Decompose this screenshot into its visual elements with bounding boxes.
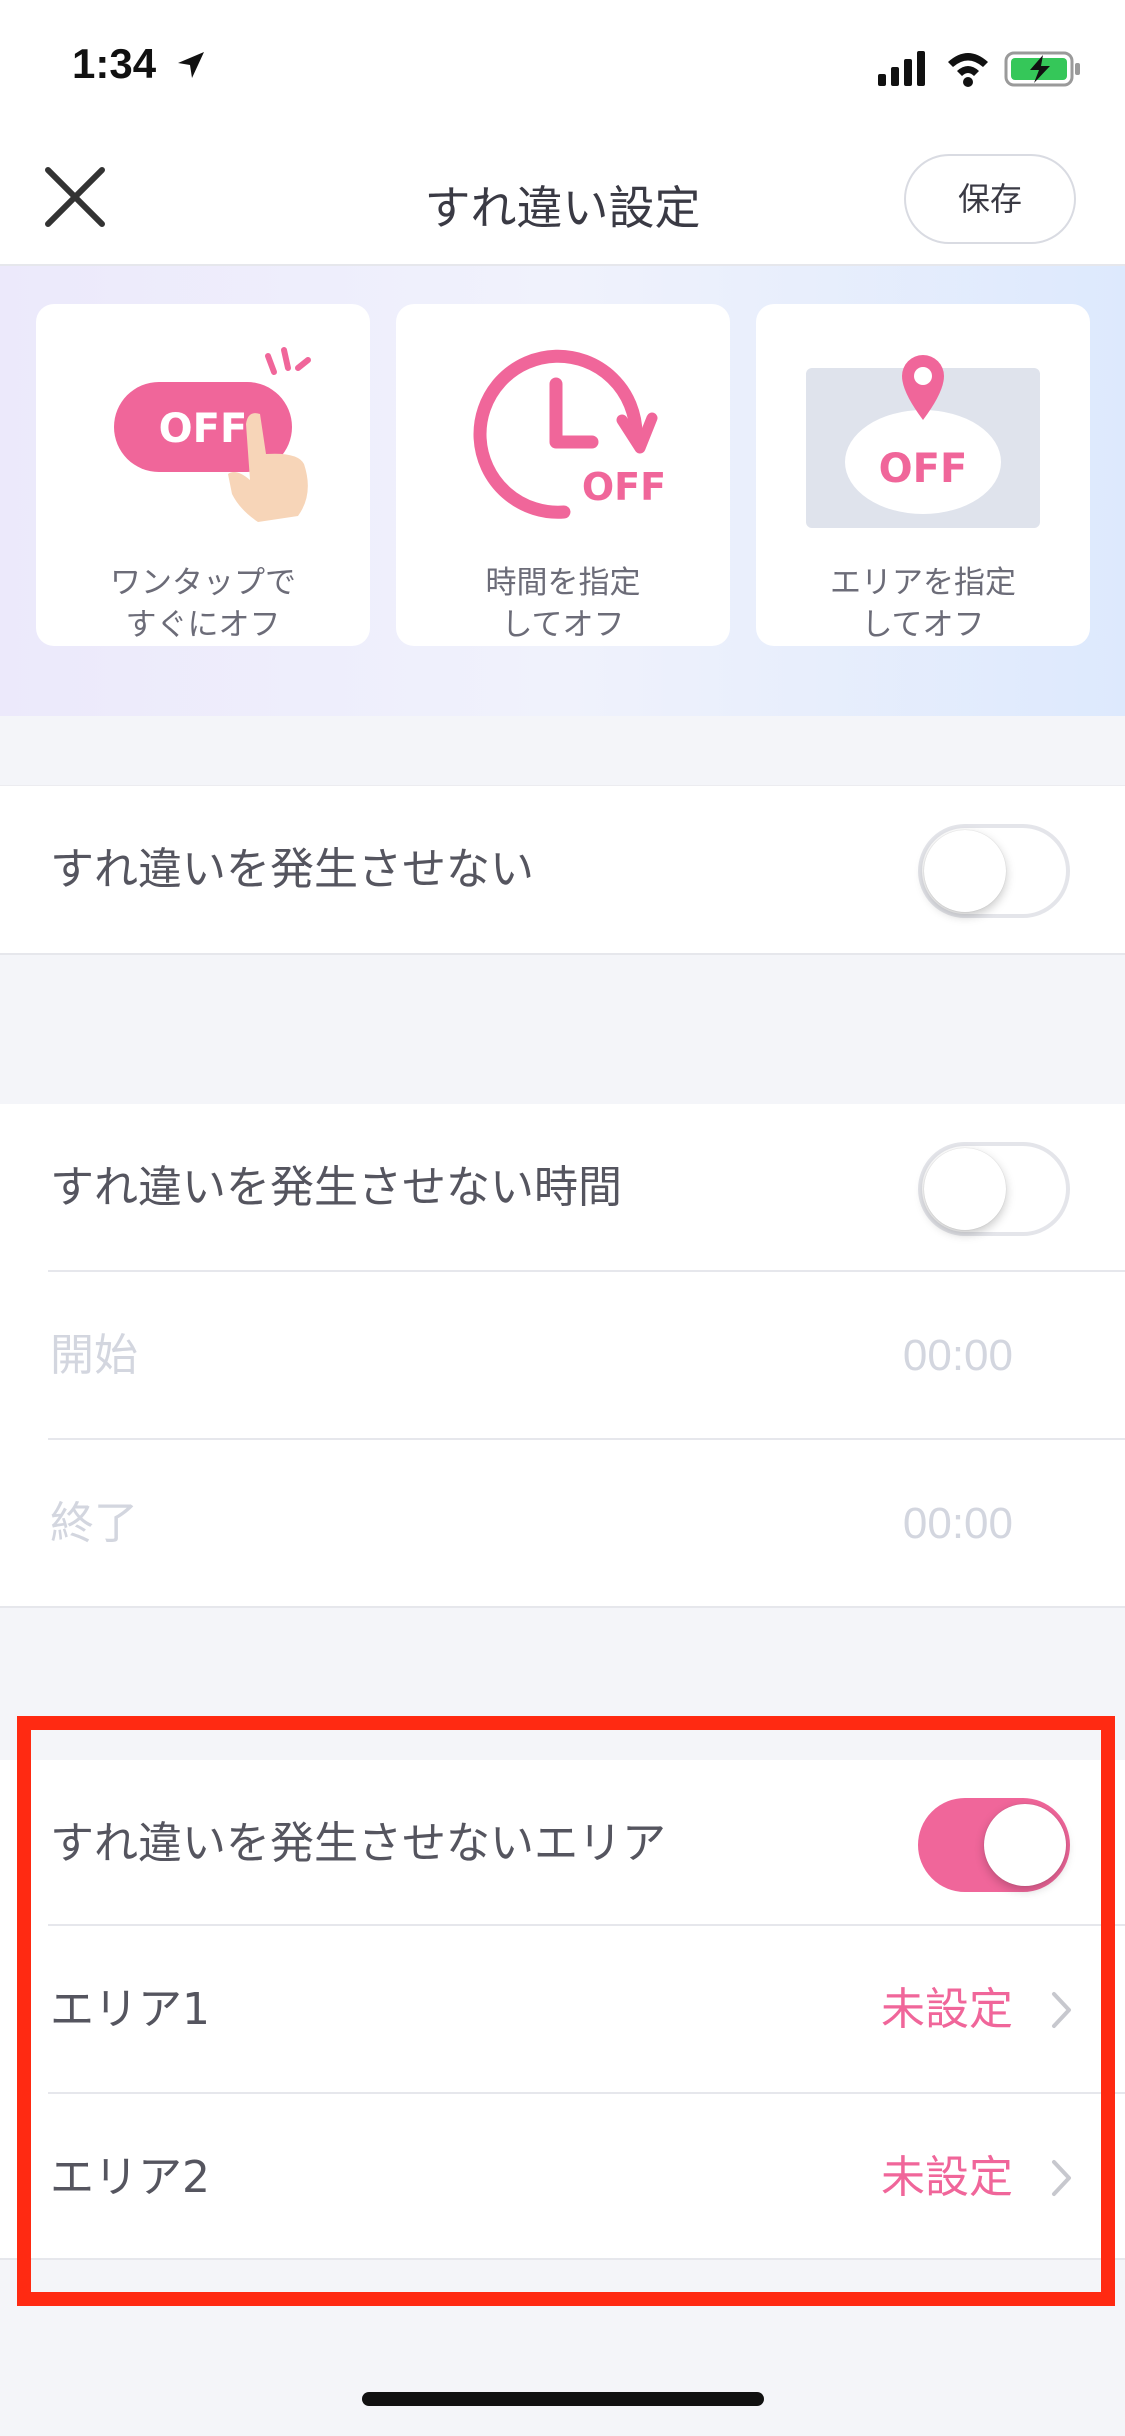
area-1-value: 未設定 [881, 1985, 1013, 2034]
no-encounter-area-row: すれ違いを発生させないエリア [0, 1760, 1125, 1928]
status-icons [878, 51, 1080, 87]
area-2-label: エリア2 [50, 2152, 210, 2203]
off-badge-text: OFF [582, 465, 666, 509]
end-time-label: 終了 [50, 1498, 138, 1549]
navigation-bar: すれ違い設定 保存 [0, 132, 1125, 266]
no-encounter-label: すれ違いを発生させない [50, 844, 534, 895]
no-encounter-time-row: すれ違いを発生させない時間 [0, 1104, 1125, 1272]
location-arrow-icon [178, 52, 204, 78]
feature-card-label: 時間を指定 してオフ [485, 565, 641, 643]
no-encounter-time-label: すれ違いを発生させない時間 [50, 1162, 622, 1213]
cellular-signal-icon [878, 51, 925, 86]
off-badge-text: OFF [879, 446, 968, 492]
status-bar: 1:34 [0, 0, 1125, 132]
no-encounter-section: すれ違いを発生させない [0, 785, 1125, 955]
end-time-row[interactable]: 終了 00:00 [0, 1440, 1125, 1608]
map-pin-off-illustration: OFF [806, 355, 1040, 528]
start-time-label: 開始 [50, 1330, 138, 1381]
start-time-row[interactable]: 開始 00:00 [0, 1272, 1125, 1440]
feature-banner: OFF ワンタップで すぐにオフ OFF 時間を指定 してオフ OFF エリアを… [0, 266, 1125, 716]
feature-card-time: OFF 時間を指定 してオフ [396, 304, 730, 646]
one-tap-off-illustration: OFF [114, 347, 311, 522]
feature-card-one-tap: OFF ワンタップで すぐにオフ [36, 304, 370, 646]
area-row-2[interactable]: エリア2 未設定 [0, 2094, 1125, 2262]
end-time-value: 00:00 [902, 1499, 1013, 1548]
chevron-right-icon [1052, 2160, 1071, 2196]
chevron-right-icon [1052, 1992, 1071, 2028]
start-time-value: 00:00 [902, 1331, 1013, 1380]
no-encounter-area-section: すれ違いを発生させないエリア エリア1 未設定 エリア2 未設定 [0, 1760, 1125, 2260]
clock-off-illustration: OFF [473, 349, 666, 519]
no-encounter-area-toggle[interactable] [918, 1798, 1070, 1892]
area-1-label: エリア1 [50, 1984, 210, 2035]
feature-card-area: OFF エリアを指定 してオフ [756, 304, 1090, 646]
no-encounter-time-toggle[interactable] [918, 1142, 1070, 1236]
save-button[interactable]: 保存 [904, 154, 1076, 244]
feature-card-label: エリアを指定 してオフ [830, 565, 1016, 643]
off-badge-text: OFF [159, 406, 248, 452]
no-encounter-area-label: すれ違いを発生させないエリア [50, 1818, 666, 1869]
wifi-icon [948, 53, 988, 87]
no-encounter-toggle[interactable] [918, 824, 1070, 918]
no-encounter-time-section: すれ違いを発生させない時間 開始 00:00 終了 00:00 [0, 1104, 1125, 1608]
feature-card-label: ワンタップで すぐにオフ [110, 565, 296, 643]
home-indicator[interactable] [362, 2392, 764, 2406]
area-2-value: 未設定 [881, 2153, 1013, 2202]
area-row-1[interactable]: エリア1 未設定 [0, 1926, 1125, 2094]
no-encounter-row: すれ違いを発生させない [0, 786, 1125, 954]
battery-charging-icon [1004, 51, 1080, 87]
status-time: 1:34 [72, 40, 157, 87]
